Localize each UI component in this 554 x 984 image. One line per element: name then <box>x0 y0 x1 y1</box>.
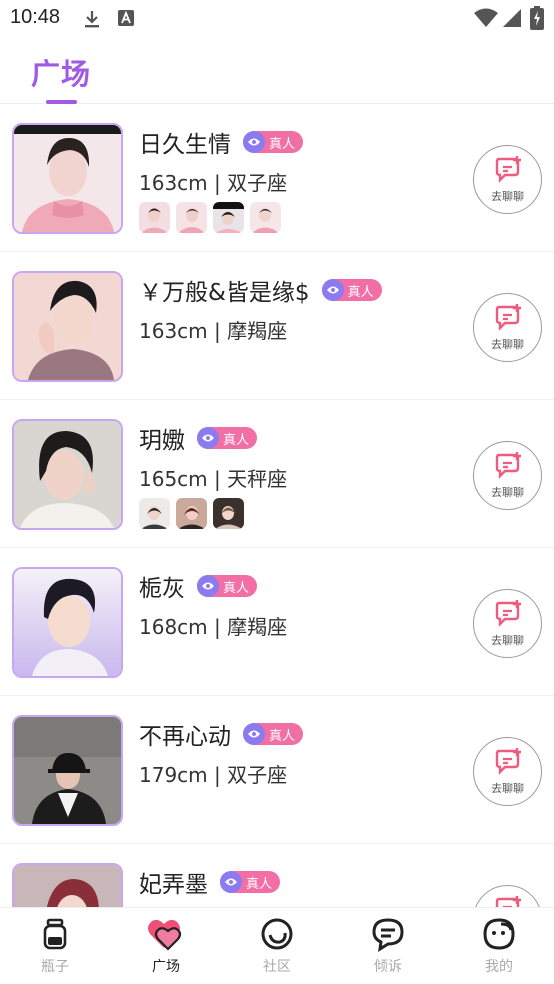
chat-button-label: 去聊聊 <box>491 338 524 351</box>
verified-badge: 真人 <box>197 575 258 597</box>
chat-button[interactable]: 去聊聊 <box>473 885 542 907</box>
photo-thumbnail[interactable] <box>213 202 244 233</box>
user-card[interactable]: 不再心动 真人 179cm | 双子座 去聊聊 <box>0 696 554 844</box>
chat-bubble-icon <box>372 918 404 952</box>
name-row: 玥嫐 真人 <box>139 422 258 454</box>
user-list[interactable]: 日久生情 真人 163cm | 双子座 去聊聊 ￥万般&皆是缘$ 真人 163c… <box>0 104 554 907</box>
bottle-icon <box>43 918 67 950</box>
user-card[interactable]: 玥嫐 真人 165cm | 天秤座 去聊聊 <box>0 400 554 548</box>
avatar[interactable] <box>12 271 123 382</box>
user-card[interactable]: 日久生情 真人 163cm | 双子座 去聊聊 <box>0 104 554 252</box>
photo-thumbnails <box>139 202 281 233</box>
face-icon <box>483 918 515 950</box>
photo-thumbnails <box>139 498 244 529</box>
verified-badge: 真人 <box>220 871 281 893</box>
tab-square[interactable]: 广场 <box>31 51 91 93</box>
user-meta: 168cm | 摩羯座 <box>139 615 288 639</box>
avatar[interactable] <box>12 863 123 907</box>
chat-button-label: 去聊聊 <box>491 486 524 499</box>
user-name: 不再心动 <box>139 724 231 750</box>
chat-button-label: 去聊聊 <box>491 190 524 203</box>
chat-button-label: 去聊聊 <box>491 634 524 647</box>
user-card[interactable]: 栀灰 真人 168cm | 摩羯座 去聊聊 <box>0 548 554 696</box>
nav-label: 广场 <box>152 959 180 975</box>
badge-label: 真人 <box>223 580 250 596</box>
chat-button-label: 去聊聊 <box>491 782 524 795</box>
verified-badge: 真人 <box>197 427 258 449</box>
photo-thumbnail[interactable] <box>139 498 170 529</box>
verified-badge: 真人 <box>243 131 304 153</box>
name-row: 不再心动 真人 <box>139 718 304 750</box>
photo-thumbnail[interactable] <box>176 202 207 233</box>
badge-label: 真人 <box>246 876 273 892</box>
status-time: 10:48 <box>10 6 61 28</box>
battery-icon <box>530 6 544 30</box>
heart-square-icon <box>148 919 182 951</box>
community-icon <box>261 918 293 950</box>
chat-plus-icon <box>495 452 521 479</box>
nav-item-mine[interactable]: 我的 <box>459 916 539 976</box>
verified-badge: 真人 <box>321 279 382 301</box>
eye-icon <box>202 582 214 590</box>
chat-button[interactable]: 去聊聊 <box>473 441 542 510</box>
chat-plus-icon <box>495 748 521 775</box>
signal-icon <box>503 9 521 27</box>
eye-icon <box>248 138 260 146</box>
user-meta: 163cm | 摩羯座 <box>139 319 288 343</box>
eye-icon <box>326 286 339 294</box>
verified-badge: 真人 <box>243 723 304 745</box>
wifi-icon <box>474 8 498 27</box>
badge-label: 真人 <box>269 136 296 152</box>
user-meta: 165cm | 天秤座 <box>139 467 288 491</box>
user-name: 玥嫐 <box>139 428 185 454</box>
chat-plus-icon <box>495 156 521 183</box>
user-name: 日久生情 <box>139 132 231 158</box>
chat-button[interactable]: 去聊聊 <box>473 589 542 658</box>
badge-label: 真人 <box>269 728 296 744</box>
status-bar: 10:48 <box>0 0 554 38</box>
name-row: 栀灰 真人 <box>139 570 258 602</box>
photo-thumbnail[interactable] <box>213 498 244 529</box>
photo-thumbnail[interactable] <box>250 202 281 233</box>
photo-thumbnail[interactable] <box>139 202 170 233</box>
avatar[interactable] <box>12 419 123 530</box>
nav-label: 社区 <box>263 959 291 975</box>
chat-button[interactable]: 去聊聊 <box>473 145 542 214</box>
eye-icon <box>225 878 237 886</box>
user-meta: 163cm | 双子座 <box>139 171 288 195</box>
user-card[interactable]: ￥万般&皆是缘$ 真人 163cm | 摩羯座 去聊聊 <box>0 252 554 400</box>
avatar[interactable] <box>12 123 123 234</box>
user-card[interactable]: 妃弄墨 真人 去聊聊 <box>0 844 554 907</box>
nav-item-confide[interactable]: 倾诉 <box>348 916 428 976</box>
name-row: 日久生情 真人 <box>139 126 304 158</box>
avatar[interactable] <box>12 567 123 678</box>
nav-label: 我的 <box>485 959 513 975</box>
download-icon <box>85 11 99 28</box>
photo-thumbnail[interactable] <box>176 498 207 529</box>
badge-label: 真人 <box>347 284 374 300</box>
nav-item-square[interactable]: 广场 <box>126 916 206 976</box>
nav-label: 倾诉 <box>374 959 402 975</box>
name-row: 妃弄墨 真人 <box>139 866 281 898</box>
avatar[interactable] <box>12 715 123 826</box>
chat-plus-icon <box>495 896 521 907</box>
chat-button[interactable]: 去聊聊 <box>473 737 542 806</box>
user-name: 栀灰 <box>139 576 185 602</box>
chat-plus-icon <box>495 304 521 331</box>
nav-label: 瓶子 <box>41 959 69 975</box>
eye-icon <box>202 434 214 442</box>
name-row: ￥万般&皆是缘$ 真人 <box>139 274 382 306</box>
keyboard-a-icon <box>118 10 134 26</box>
user-name: ￥万般&皆是缘$ <box>139 280 310 306</box>
badge-label: 真人 <box>223 432 250 448</box>
chat-plus-icon <box>495 600 521 627</box>
chat-button[interactable]: 去聊聊 <box>473 293 542 362</box>
eye-icon <box>248 730 260 738</box>
user-meta: 179cm | 双子座 <box>139 763 288 787</box>
nav-item-bottle[interactable]: 瓶子 <box>15 916 95 976</box>
nav-item-community[interactable]: 社区 <box>237 916 317 976</box>
user-name: 妃弄墨 <box>139 872 208 898</box>
bottom-nav: 瓶子 广场 社区 倾诉 我的 <box>0 907 554 984</box>
header: 广场 <box>0 38 554 104</box>
